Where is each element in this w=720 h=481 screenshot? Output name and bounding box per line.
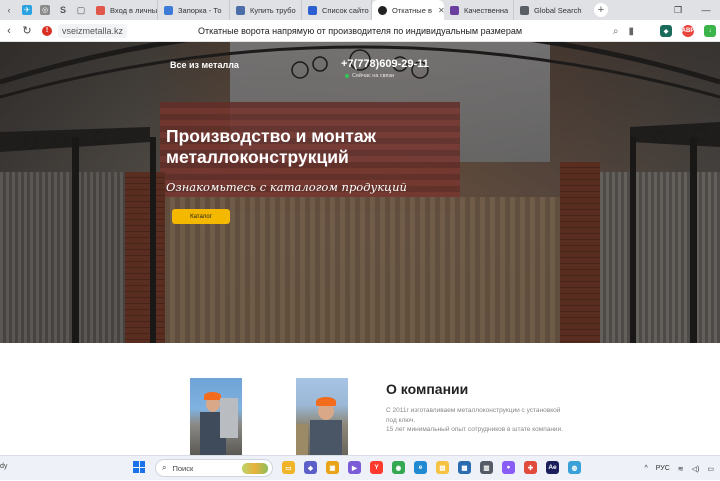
address-bar: ‹ ↻ ! vseizmetalla.kz Откатные ворота на… (0, 20, 720, 42)
download-icon[interactable]: ↓ (704, 25, 716, 37)
taskbar-search[interactable]: ⌕ Поиск (155, 459, 273, 477)
plus-icon: + (597, 4, 605, 16)
catalog-button[interactable]: Каталог (172, 209, 230, 224)
tab-favicon-icon (164, 5, 173, 15)
tab-favicon-icon (450, 5, 459, 15)
worker-photo-2 (296, 378, 348, 455)
search-icon: ⌕ (162, 463, 167, 472)
chrome-icon[interactable]: ◉ (392, 461, 405, 474)
tab-back-chevron[interactable]: ‹ (0, 0, 18, 20)
tab-buy-pipes[interactable]: Купить трубо (230, 0, 302, 20)
site-brand[interactable]: Все из металла (170, 60, 239, 70)
helmet-shape (316, 397, 336, 406)
taskbar-apps: ▭ ◆ ▣ ▶ Y ◉ e ▤ ▦ ▥ ● ✚ Ae ◍ (282, 461, 581, 474)
pinned-tabs: ‹ ✈ ◎ S ▢ (0, 0, 90, 20)
globe-icon[interactable]: ◍ (568, 461, 581, 474)
edge-icon[interactable]: e (414, 461, 427, 474)
wifi-icon[interactable]: ≋ (678, 465, 684, 473)
telegram-icon: ✈ (22, 5, 32, 15)
hero-title: Производство и монтаж металлоконструкций (166, 126, 376, 167)
tab-zaporka[interactable]: Запорка - То (158, 0, 230, 20)
about-text: С 2011г изготавливаем металлоконструкции… (386, 407, 564, 433)
browser-tab-strip: ‹ ✈ ◎ S ▢ Вход в личны Запорка - То Купи… (0, 0, 720, 20)
tab-favicon-icon (236, 5, 245, 15)
search-highlight-icon (242, 463, 268, 474)
call-status: Сейчас на связи (345, 73, 394, 79)
files-icon[interactable]: ▭ (282, 461, 295, 474)
windows-start-icon[interactable] (133, 461, 145, 473)
yandex-icon[interactable]: Y (370, 461, 383, 474)
pinned-tab-doc[interactable]: ▢ (72, 0, 90, 20)
hero-section: Все из металла +7(778)609-29-11 Сейчас н… (0, 42, 720, 343)
pinned-tab-whatsapp[interactable]: ◎ (36, 0, 54, 20)
pinned-tab-telegram[interactable]: ✈ (18, 0, 36, 20)
folder-icon[interactable]: ▣ (326, 461, 339, 474)
window-controls: ❐ — (664, 0, 720, 20)
hero-subtitle: Ознакомьтесь с каталогом продукций (166, 180, 407, 194)
toolbar-extensions: ⌕ ▮ ◆ ABP ↓ (613, 20, 716, 42)
bookmark-icon[interactable]: ▮ (628, 26, 634, 37)
tab-sliding-gates-active[interactable]: Откатные в ✕ (372, 0, 444, 20)
minimize-icon[interactable]: — (692, 5, 720, 15)
tab-favicon-icon (308, 5, 317, 15)
battery-icon[interactable]: ▭ (707, 465, 714, 473)
explorer-icon[interactable]: ▤ (436, 461, 449, 474)
video-icon[interactable]: ▶ (348, 461, 361, 474)
puzzle-icon[interactable]: ✚ (524, 461, 537, 474)
ae-icon[interactable]: Ae (546, 461, 559, 474)
tab-favicon-icon (378, 5, 387, 15)
tab-global-search[interactable]: Global Search (514, 0, 586, 20)
doc-icon: ▢ (76, 4, 86, 15)
s-icon: S (59, 5, 66, 15)
pinned-tab-s[interactable]: S (54, 0, 72, 20)
tab-login[interactable]: Вход в личны (90, 0, 158, 20)
chevron-up-icon[interactable]: ^ (644, 465, 647, 472)
about-section: О компании С 2011г изготавливаем металло… (0, 343, 720, 455)
helmet-shape (204, 392, 221, 400)
tab-search-icon[interactable]: ❐ (664, 5, 692, 16)
language-indicator[interactable]: РУС (656, 465, 670, 472)
taskbar-left-text: dy (0, 463, 8, 470)
tab-quality[interactable]: Качественна (444, 0, 514, 20)
calculator-icon[interactable]: ▥ (480, 461, 493, 474)
online-dot-icon (345, 74, 349, 78)
teams-icon[interactable]: ◆ (304, 461, 317, 474)
store-icon[interactable]: ▦ (458, 461, 471, 474)
tab-sites-list[interactable]: Список сайто (302, 0, 372, 20)
adblock-icon[interactable]: ABP (682, 25, 694, 37)
search-icon[interactable]: ⌕ (613, 26, 619, 37)
tab-favicon-icon (96, 5, 105, 15)
worker-photo-1 (190, 378, 242, 455)
new-tab-button[interactable]: + (594, 3, 608, 17)
contact-phone[interactable]: +7(778)609-29-11 (341, 58, 429, 70)
windows-taskbar: dy ⌕ Поиск ▭ ◆ ▣ ▶ Y ◉ e ▤ ▦ ▥ ● ✚ Ae ◍ ^ РУС ≋ ◁) ▭ (0, 455, 720, 480)
tab-favicon-icon (520, 5, 529, 15)
alice-icon[interactable]: ● (502, 461, 515, 474)
extension-shield-icon[interactable]: ◆ (660, 25, 672, 37)
about-title: О компании (386, 381, 469, 397)
volume-icon[interactable]: ◁) (692, 465, 700, 473)
whatsapp-icon: ◎ (40, 5, 50, 15)
system-tray: ^ РУС ≋ ◁) ▭ (644, 456, 720, 481)
